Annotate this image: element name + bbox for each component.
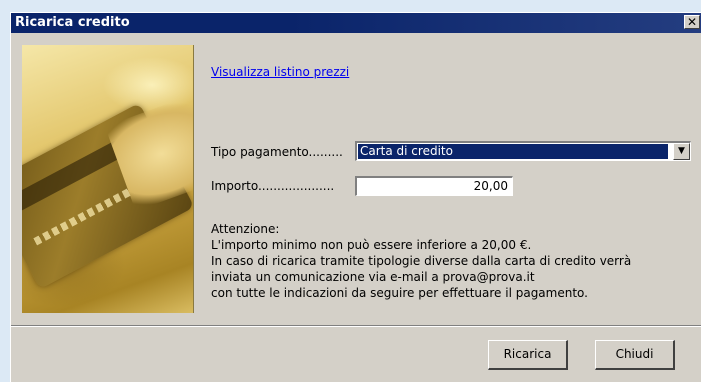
price-list-link[interactable]: Visualizza listino prezzi xyxy=(211,65,349,79)
amount-label: Importo.................... xyxy=(211,179,335,193)
close-icon[interactable]: ✕ xyxy=(684,15,700,29)
notice-line: inviata un comunicazione via e-mail a pr… xyxy=(211,270,535,284)
recharge-dialog: Ricarica credito ✕ Visualizza listino pr… xyxy=(10,12,701,382)
notice-line: L'importo minimo non può essere inferior… xyxy=(211,238,532,252)
payment-type-value: Carta di credito xyxy=(357,143,669,160)
title-bar: Ricarica credito ✕ xyxy=(11,13,701,33)
notice-line: In caso di ricarica tramite tipologie di… xyxy=(211,254,632,268)
payment-type-select[interactable]: Carta di credito ▼ xyxy=(355,141,691,161)
amount-input[interactable]: 20,00 xyxy=(355,176,513,196)
window-title: Ricarica credito xyxy=(15,15,130,30)
close-button[interactable]: Chiudi xyxy=(595,340,675,370)
notice-line: Attenzione: xyxy=(211,222,280,236)
credit-card-image xyxy=(22,45,194,313)
notice-text: Attenzione: L'importo minimo non può ess… xyxy=(211,221,631,301)
chevron-down-icon[interactable]: ▼ xyxy=(673,143,690,160)
divider xyxy=(11,325,701,327)
payment-type-label: Tipo pagamento......... xyxy=(211,145,343,159)
notice-line: con tutte le indicazioni da seguire per … xyxy=(211,286,588,300)
recharge-button[interactable]: Ricarica xyxy=(488,340,568,370)
